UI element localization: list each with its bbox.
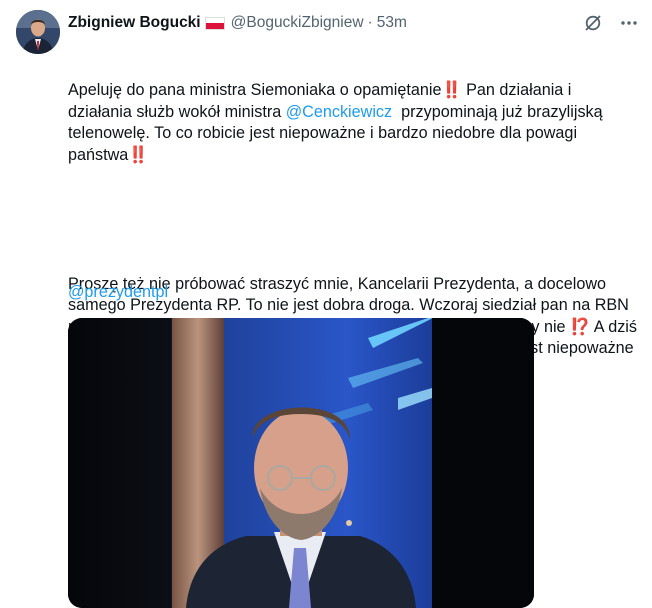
- separator-dot: ·: [367, 14, 373, 31]
- avatar[interactable]: [16, 10, 60, 54]
- paragraph-1: Apeluję do pana ministra Siemoniaka o op…: [68, 80, 638, 166]
- author-handle[interactable]: @BoguckiZbigniew: [231, 14, 364, 32]
- poland-flag-icon: [204, 16, 225, 30]
- double-exclamation-emoji: ‼️: [128, 145, 149, 164]
- timestamp[interactable]: 53m: [377, 14, 407, 32]
- tweet-actions-top: [582, 12, 640, 34]
- grok-icon[interactable]: [582, 12, 604, 34]
- mention-link-prezydent[interactable]: @prezydentpl: [68, 283, 168, 302]
- exclamation-question-emoji: ⁉️: [570, 317, 591, 336]
- author-name[interactable]: Zbigniew Bogucki: [68, 14, 201, 32]
- more-icon[interactable]: [618, 12, 640, 34]
- text-segment: Apeluję do pana ministra Siemoniaka o op…: [68, 81, 442, 99]
- double-exclamation-emoji: ‼️: [441, 81, 462, 99]
- mention-link[interactable]: @Cenckiewicz: [286, 103, 392, 121]
- tweet: Zbigniew Bogucki @BoguckiZbigniew · 53m …: [0, 0, 652, 608]
- tweet-header: Zbigniew Bogucki @BoguckiZbigniew · 53m: [68, 12, 652, 34]
- video-media[interactable]: [68, 318, 534, 608]
